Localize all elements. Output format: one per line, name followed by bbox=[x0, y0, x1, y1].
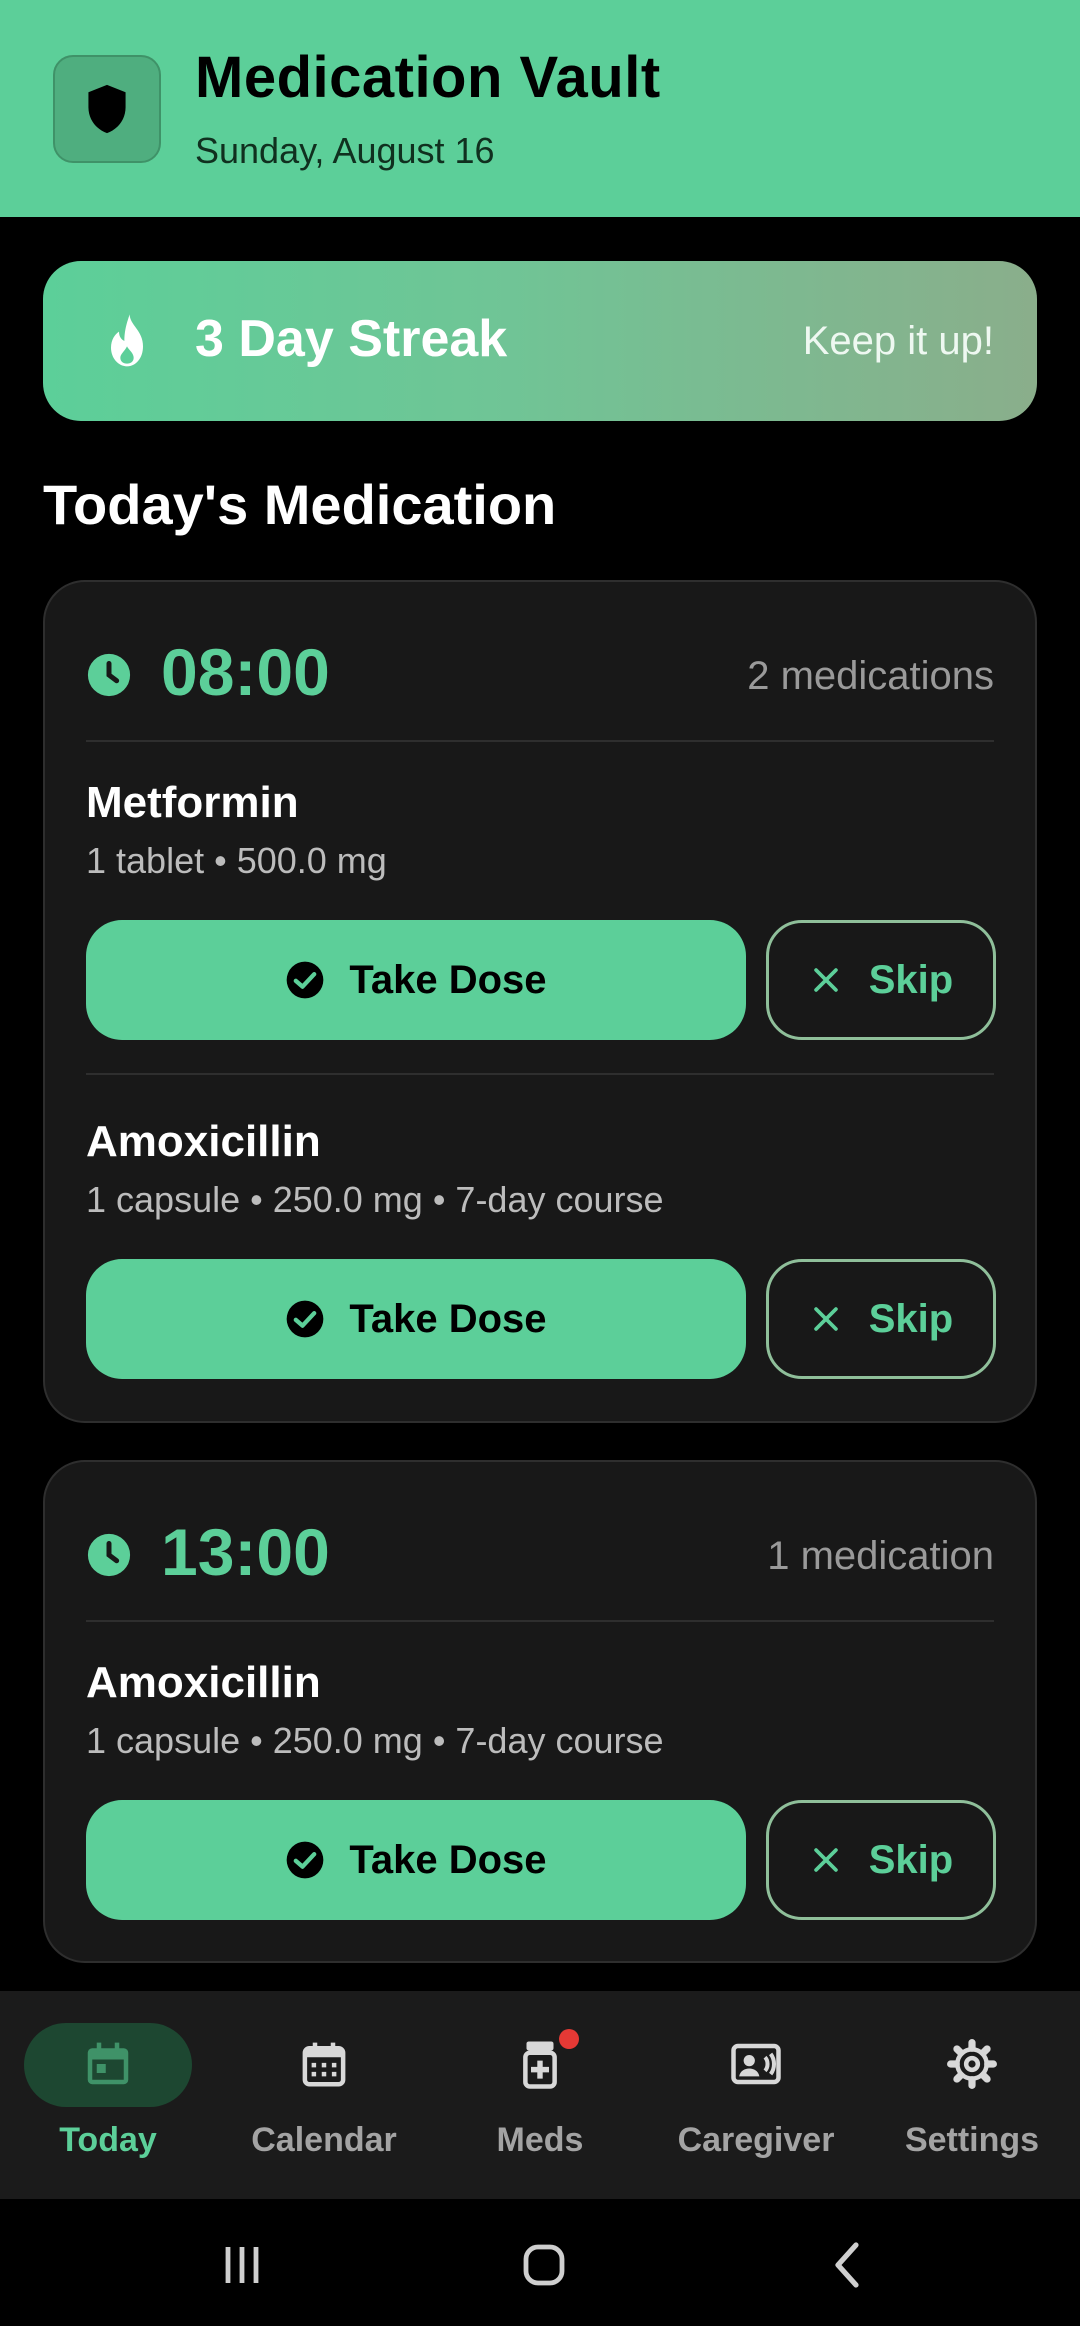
flame-icon bbox=[111, 314, 143, 367]
streak-banner: 3 Day Streak Keep it up! bbox=[43, 261, 1037, 421]
nav-item-today[interactable]: Today bbox=[0, 1991, 216, 2199]
medication-count: 1 medication bbox=[767, 1534, 994, 1578]
calendar-icon bbox=[302, 2042, 346, 2087]
section-title: Today's Medication bbox=[43, 473, 557, 536]
schedule-time: 08:00 bbox=[161, 635, 330, 709]
medication-count: 2 medications bbox=[747, 654, 994, 698]
schedule-card-header: 08:00 2 medications bbox=[86, 634, 994, 714]
close-icon bbox=[813, 1307, 838, 1331]
skip-button[interactable]: Skip bbox=[766, 1800, 996, 1920]
schedule-card-header: 13:00 1 medication bbox=[86, 1514, 994, 1594]
take-dose-label: Take Dose bbox=[349, 957, 547, 1002]
nav-label: Caregiver bbox=[677, 2121, 835, 2159]
gear-icon bbox=[947, 2039, 997, 2089]
app-header: Medication Vault Sunday, August 16 bbox=[0, 0, 1080, 217]
take-dose-button[interactable]: Take Dose bbox=[86, 920, 746, 1040]
nav-label: Today bbox=[59, 2121, 157, 2159]
medication-detail: 1 capsule • 250.0 mg • 7-day course bbox=[86, 1720, 664, 1761]
take-dose-label: Take Dose bbox=[349, 1837, 547, 1882]
check-circle-icon bbox=[287, 961, 324, 999]
schedule-time: 13:00 bbox=[161, 1515, 330, 1589]
nav-item-settings[interactable]: Settings bbox=[864, 1991, 1080, 2199]
check-circle-icon bbox=[287, 1300, 324, 1338]
medication-name: Amoxicillin bbox=[86, 1658, 321, 1707]
skip-button[interactable]: Skip bbox=[766, 1259, 996, 1379]
app-title: Medication Vault bbox=[195, 45, 661, 110]
app-logo bbox=[53, 55, 161, 163]
close-icon bbox=[813, 1848, 838, 1872]
divider bbox=[86, 740, 994, 742]
take-dose-button[interactable]: Take Dose bbox=[86, 1800, 746, 1920]
medicine-bottle-icon bbox=[523, 2041, 557, 2089]
nav-label: Calendar bbox=[251, 2121, 397, 2159]
nav-item-caregiver[interactable]: Caregiver bbox=[648, 1991, 864, 2199]
bottom-nav: Today Calendar Meds Caregiver Settings bbox=[0, 1991, 1080, 2199]
current-date: Sunday, August 16 bbox=[195, 130, 495, 171]
nav-label: Meds bbox=[496, 2121, 584, 2159]
clock-icon bbox=[87, 1533, 131, 1577]
medication-detail: 1 tablet • 500.0 mg bbox=[86, 840, 387, 881]
skip-label: Skip bbox=[868, 1837, 954, 1882]
back-icon[interactable] bbox=[818, 2235, 878, 2295]
medication-name: Amoxicillin bbox=[86, 1117, 321, 1166]
streak-title: 3 Day Streak bbox=[195, 310, 508, 368]
streak-subtitle: Keep it up! bbox=[802, 319, 994, 363]
divider bbox=[86, 1073, 994, 1075]
shield-icon bbox=[88, 84, 126, 134]
schedule-card: 08:00 2 medications Metformin 1 tablet •… bbox=[43, 580, 1037, 1423]
take-dose-label: Take Dose bbox=[349, 1296, 547, 1341]
home-icon[interactable] bbox=[514, 2235, 574, 2295]
skip-label: Skip bbox=[868, 957, 954, 1002]
clock-icon bbox=[87, 653, 131, 697]
calendar-today-icon bbox=[87, 2042, 129, 2085]
schedule-card: 13:00 1 medication Amoxicillin 1 capsule… bbox=[43, 1460, 1037, 1963]
notification-badge bbox=[559, 2029, 579, 2049]
nav-item-meds[interactable]: Meds bbox=[432, 1991, 648, 2199]
nav-label: Settings bbox=[904, 2121, 1040, 2159]
close-icon bbox=[813, 968, 838, 992]
system-nav-bar bbox=[0, 2199, 1080, 2326]
medication-detail: 1 capsule • 250.0 mg • 7-day course bbox=[86, 1179, 664, 1220]
divider bbox=[86, 1620, 994, 1622]
take-dose-button[interactable]: Take Dose bbox=[86, 1259, 746, 1379]
check-circle-icon bbox=[287, 1841, 324, 1879]
medication-name: Metformin bbox=[86, 778, 299, 827]
skip-label: Skip bbox=[868, 1296, 954, 1341]
contact-card-icon bbox=[731, 2043, 781, 2085]
nav-item-calendar[interactable]: Calendar bbox=[216, 1991, 432, 2199]
skip-button[interactable]: Skip bbox=[766, 920, 996, 1040]
recent-apps-icon[interactable] bbox=[212, 2235, 272, 2295]
